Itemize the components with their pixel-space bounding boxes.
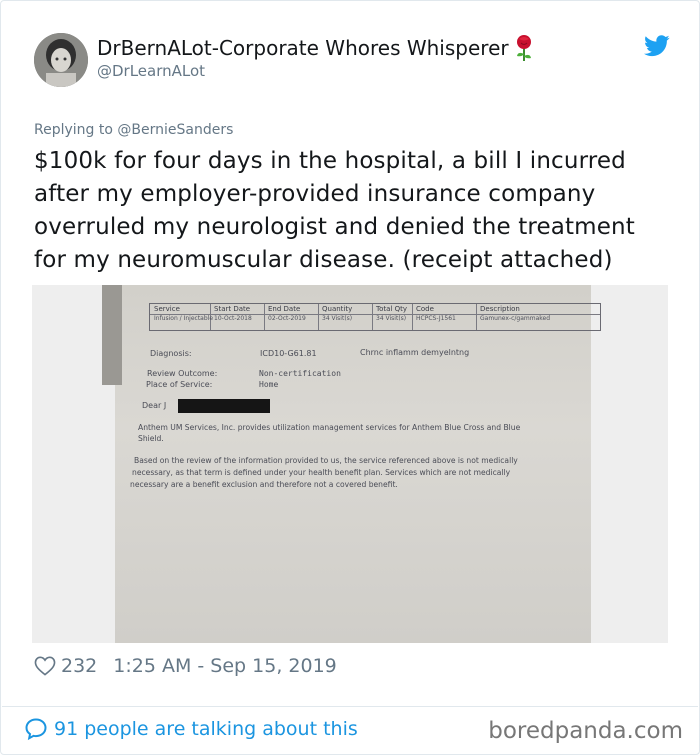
doc-th: Start Date (214, 305, 251, 313)
doc-td: Gamunex-c/gammaked (480, 315, 551, 322)
replying-to-prefix: Replying to (34, 122, 118, 138)
doc-th: Code (416, 305, 434, 313)
doc-th: Total Qty (376, 305, 407, 313)
conversation-text[interactable]: 91 people are talking about this (54, 718, 358, 740)
doc-review-label: Review Outcome: (147, 369, 218, 378)
doc-para2-line2: necessary, as that term is defined under… (132, 468, 511, 477)
doc-td: HCPCS-J1561 (416, 315, 456, 322)
twitter-bird-icon[interactable] (644, 35, 670, 57)
avatar[interactable] (34, 33, 88, 87)
replying-to: Replying to @BernieSanders (34, 122, 233, 138)
watermark: boredpanda.com (488, 718, 683, 744)
doc-para2-line3: necessary are a benefit exclusion and th… (130, 480, 398, 489)
tweet-meta: 232 1:25 AM - Sep 15, 2019 (34, 655, 337, 677)
doc-para1-line2: Shield. (138, 434, 164, 443)
timestamp[interactable]: 1:25 AM - Sep 15, 2019 (113, 655, 337, 677)
doc-para1-line1: Anthem UM Services, Inc. provides utiliz… (138, 423, 521, 432)
doc-review-value: Non-certification (259, 369, 341, 378)
doc-place-value: Home (259, 380, 279, 389)
avatar-photo (34, 33, 88, 87)
tweet-text: $100k for four days in the hospital, a b… (34, 148, 635, 273)
like-count[interactable]: 232 (61, 655, 97, 677)
doc-dear: Dear J (142, 401, 167, 410)
doc-td: Infusion / Injectable (154, 315, 214, 322)
heart-icon[interactable] (34, 656, 56, 676)
author-handle[interactable]: @DrLearnALot (97, 62, 205, 80)
tweet-card: DrBernALot-Corporate Whores Whisperer @D… (0, 0, 700, 755)
replying-to-user[interactable]: @BernieSanders (117, 122, 233, 138)
doc-td: 10-Oct-2018 (214, 315, 252, 322)
doc-th: End Date (268, 305, 301, 313)
doc-td: 34 Visit(s) (322, 315, 353, 322)
doc-td: 02-Oct-2019 (268, 315, 306, 322)
doc-td: 34 Visit(s) (376, 315, 407, 322)
display-name[interactable]: DrBernALot-Corporate Whores Whisperer (97, 36, 509, 60)
document-table: Service Start Date End Date Quantity Tot… (149, 303, 601, 331)
doc-th: Description (480, 305, 520, 313)
doc-place-label: Place of Service: (146, 380, 213, 389)
paper-edge (102, 285, 122, 385)
redaction-bar (178, 399, 270, 413)
doc-diagnosis-desc: Chrnc inflamm demyelntng (360, 348, 470, 357)
author-name-row[interactable]: DrBernALot-Corporate Whores Whisperer (97, 34, 535, 62)
attached-photo[interactable]: Service Start Date End Date Quantity Tot… (32, 285, 668, 643)
doc-th: Quantity (322, 305, 353, 313)
divider (2, 706, 698, 707)
comment-bubble-icon (25, 718, 47, 741)
conversation-link[interactable]: 91 people are talking about this (24, 717, 358, 741)
doc-para2-line1: Based on the review of the information p… (134, 456, 518, 465)
doc-diagnosis-code: ICD10-G61.81 (260, 349, 317, 358)
rose-icon (516, 35, 531, 61)
doc-diagnosis-label: Diagnosis: (150, 349, 192, 358)
doc-th: Service (154, 305, 180, 313)
tweet-header: DrBernALot-Corporate Whores Whisperer @D… (34, 31, 674, 89)
